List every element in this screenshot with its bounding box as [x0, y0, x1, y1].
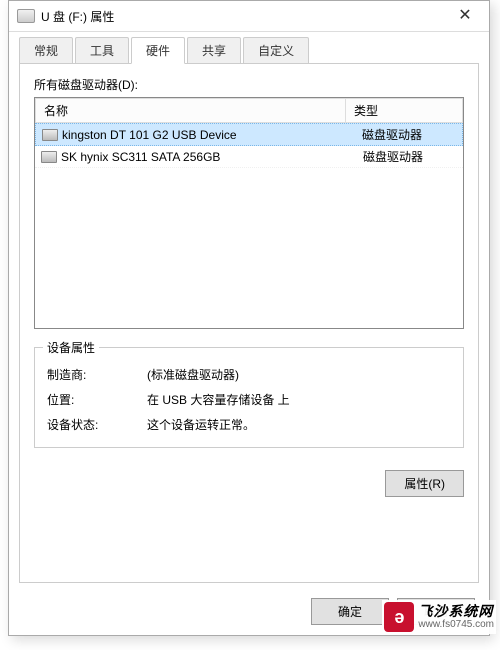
column-header-name[interactable]: 名称: [35, 98, 346, 123]
watermark-title: 飞沙系统网: [418, 604, 494, 619]
tab-strip: 常规 工具 硬件 共享 自定义: [19, 37, 479, 64]
ok-button[interactable]: 确定: [311, 598, 389, 625]
drive-icon: [17, 9, 35, 23]
tab-hardware[interactable]: 硬件: [131, 37, 185, 64]
drive-listview[interactable]: 名称 类型 kingston DT 101 G2 USB Device 磁盘驱动…: [34, 97, 464, 329]
watermark-text: 飞沙系统网 www.fs0745.com: [418, 604, 494, 630]
manufacturer-value: (标准磁盘驱动器): [147, 366, 451, 383]
drive-row[interactable]: SK hynix SC311 SATA 256GB 磁盘驱动器: [35, 146, 463, 168]
disk-icon: [42, 129, 58, 141]
tab-sharing[interactable]: 共享: [187, 37, 241, 64]
drive-name: SK hynix SC311 SATA 256GB: [61, 150, 220, 164]
status-label: 设备状态:: [47, 416, 147, 433]
drive-row[interactable]: kingston DT 101 G2 USB Device 磁盘驱动器: [35, 123, 463, 146]
device-properties-group: 设备属性 制造商: (标准磁盘驱动器) 位置: 在 USB 大容量存储设备 上 …: [34, 347, 464, 448]
device-properties-button[interactable]: 属性(R): [385, 470, 464, 497]
watermark-url: www.fs0745.com: [418, 619, 494, 630]
properties-button-row: 属性(R): [34, 470, 464, 497]
tab-general[interactable]: 常规: [19, 37, 73, 64]
drive-type: 磁盘驱动器: [356, 126, 462, 143]
listview-body: kingston DT 101 G2 USB Device 磁盘驱动器 SK h…: [35, 123, 463, 168]
drivelist-caption: 所有磁盘驱动器(D):: [34, 76, 464, 93]
window-title: U 盘 (F:) 属性: [41, 8, 445, 25]
location-label: 位置:: [47, 391, 147, 408]
content-area: 常规 工具 硬件 共享 自定义 所有磁盘驱动器(D): 名称 类型 kingst…: [9, 32, 489, 593]
status-value: 这个设备运转正常。: [147, 416, 451, 433]
tab-tools[interactable]: 工具: [75, 37, 129, 64]
drive-type: 磁盘驱动器: [357, 148, 463, 165]
manufacturer-label: 制造商:: [47, 366, 147, 383]
close-button[interactable]: ✕: [445, 2, 485, 30]
watermark: ǝ 飞沙系统网 www.fs0745.com: [382, 600, 496, 634]
disk-icon: [41, 151, 57, 163]
drive-name: kingston DT 101 G2 USB Device: [62, 128, 237, 142]
listview-header: 名称 类型: [35, 98, 463, 123]
titlebar[interactable]: U 盘 (F:) 属性 ✕: [9, 1, 489, 32]
drive-name-cell: SK hynix SC311 SATA 256GB: [35, 150, 357, 164]
watermark-logo-icon: ǝ: [384, 602, 414, 632]
tab-pane: 所有磁盘驱动器(D): 名称 类型 kingston DT 101 G2 USB…: [19, 63, 479, 583]
location-value: 在 USB 大容量存储设备 上: [147, 391, 451, 408]
tab-custom[interactable]: 自定义: [243, 37, 309, 64]
column-header-type[interactable]: 类型: [346, 98, 463, 123]
groupbox-legend: 设备属性: [43, 339, 99, 356]
drive-name-cell: kingston DT 101 G2 USB Device: [36, 128, 356, 142]
properties-dialog: U 盘 (F:) 属性 ✕ 常规 工具 硬件 共享 自定义 所有磁盘驱动器(D)…: [8, 0, 490, 636]
